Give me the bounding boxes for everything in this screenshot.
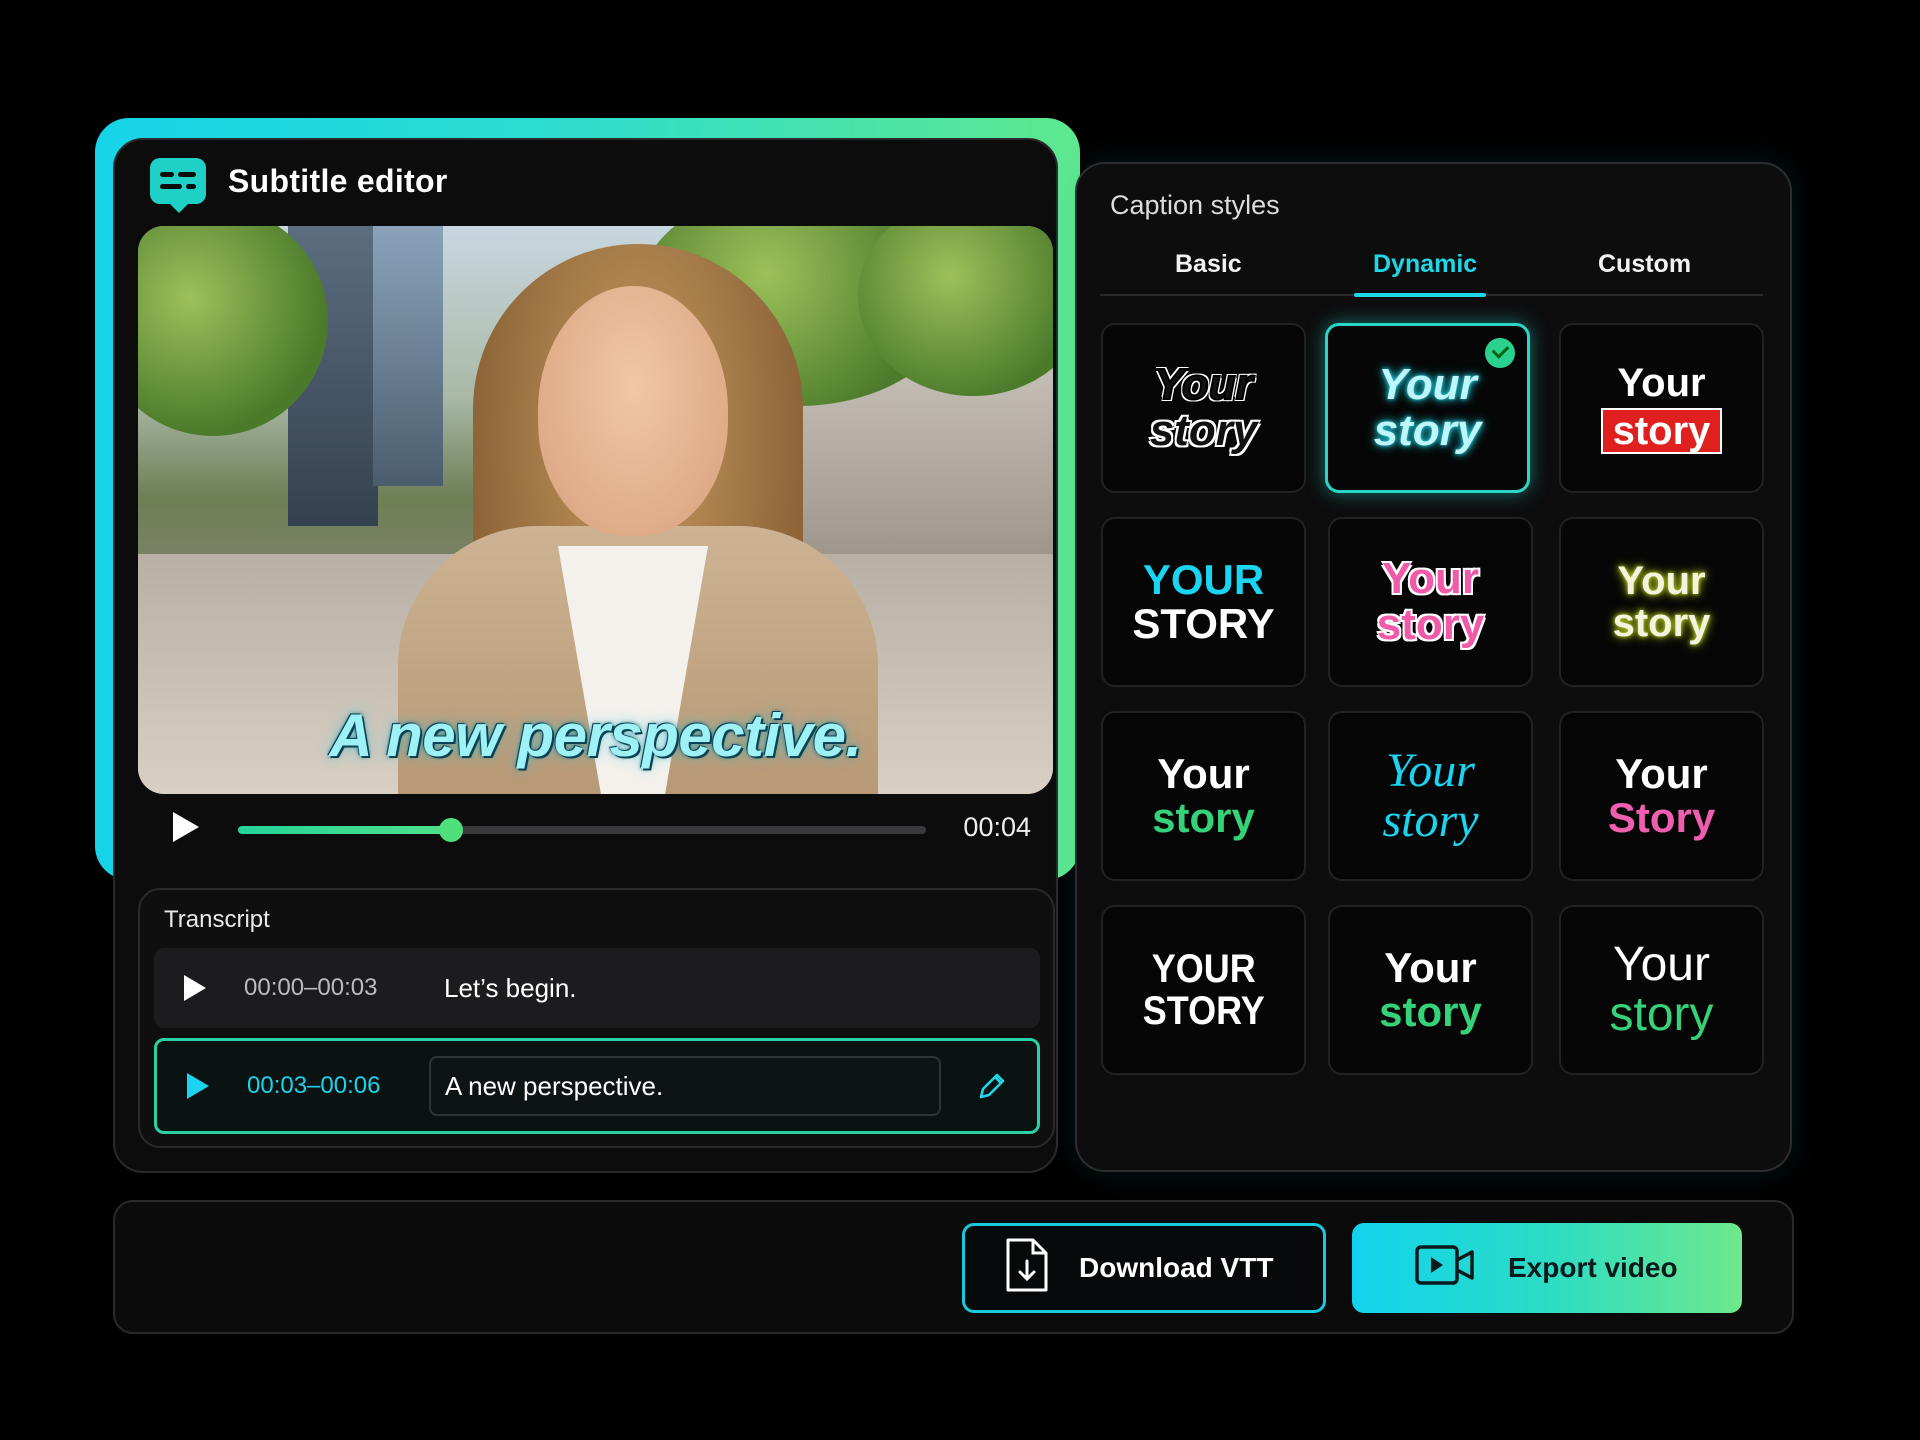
caption-styles-title: Caption styles bbox=[1110, 190, 1280, 220]
transcript-row[interactable]: 00:00–00:03 Let’s begin. bbox=[154, 948, 1040, 1028]
progress-handle[interactable] bbox=[439, 818, 464, 842]
tab-dynamic[interactable]: Dynamic bbox=[1373, 250, 1477, 279]
download-vtt-button[interactable]: Download VTT bbox=[962, 1223, 1326, 1313]
tab-custom[interactable]: Custom bbox=[1598, 250, 1691, 279]
tab-basic[interactable]: Basic bbox=[1175, 250, 1242, 279]
progress-track[interactable] bbox=[238, 818, 926, 842]
play-icon[interactable] bbox=[173, 812, 199, 842]
transcript-panel: Transcript 00:00–00:03 Let’s begin. 00:0… bbox=[138, 888, 1055, 1148]
play-icon[interactable] bbox=[184, 975, 206, 1001]
progress-fill bbox=[238, 826, 452, 834]
caption-style-tile-selected[interactable]: Your story bbox=[1325, 323, 1530, 493]
video-caption-overlay: A new perspective. bbox=[329, 702, 862, 769]
editor-title: Subtitle editor bbox=[228, 162, 448, 199]
caption-style-tile[interactable]: Your story bbox=[1101, 711, 1306, 881]
caption-style-tabs: Basic Dynamic Custom bbox=[1100, 240, 1763, 297]
caption-style-tile[interactable]: Your Story bbox=[1559, 711, 1764, 881]
selected-check-icon bbox=[1485, 338, 1515, 368]
speaker-face bbox=[538, 286, 728, 536]
caption-style-tile[interactable]: Your story bbox=[1559, 323, 1764, 493]
video-camera-icon bbox=[1414, 1244, 1476, 1293]
active-tab-indicator bbox=[1354, 293, 1486, 297]
segment-time: 00:00–00:03 bbox=[244, 974, 378, 1001]
caption-style-tile[interactable]: YOUR STORY bbox=[1101, 517, 1306, 687]
caption-style-tile[interactable]: Your story bbox=[1101, 323, 1306, 493]
current-time: 00:04 bbox=[963, 812, 1031, 842]
caption-style-tile[interactable]: Your story bbox=[1559, 517, 1764, 687]
background-building bbox=[373, 226, 443, 486]
segment-text-input[interactable]: A new perspective. bbox=[429, 1056, 941, 1116]
segment-text: Let’s begin. bbox=[444, 972, 577, 1003]
video-preview[interactable]: A new perspective. bbox=[138, 226, 1053, 794]
pencil-icon[interactable] bbox=[975, 1069, 1009, 1103]
export-video-button[interactable]: Export video bbox=[1352, 1223, 1742, 1313]
play-icon[interactable] bbox=[187, 1073, 209, 1099]
subtitles-icon bbox=[150, 158, 206, 213]
segment-time: 00:03–00:06 bbox=[247, 1072, 381, 1099]
export-video-label: Export video bbox=[1508, 1252, 1678, 1283]
download-vtt-label: Download VTT bbox=[1079, 1252, 1274, 1283]
caption-style-tile[interactable]: YOUR STORY bbox=[1101, 905, 1306, 1075]
transcript-title: Transcript bbox=[164, 906, 270, 933]
caption-style-tile[interactable]: Your story bbox=[1328, 517, 1533, 687]
file-download-icon bbox=[1005, 1237, 1049, 1300]
caption-style-tile[interactable]: Your story bbox=[1559, 905, 1764, 1075]
caption-style-tile[interactable]: Your story bbox=[1328, 905, 1533, 1075]
caption-style-tile[interactable]: Your story bbox=[1328, 711, 1533, 881]
video-player-controls: 00:04 bbox=[138, 790, 1053, 868]
transcript-row-active[interactable]: 00:03–00:06 A new perspective. bbox=[154, 1038, 1040, 1134]
editor-header: Subtitle editor bbox=[150, 156, 448, 213]
